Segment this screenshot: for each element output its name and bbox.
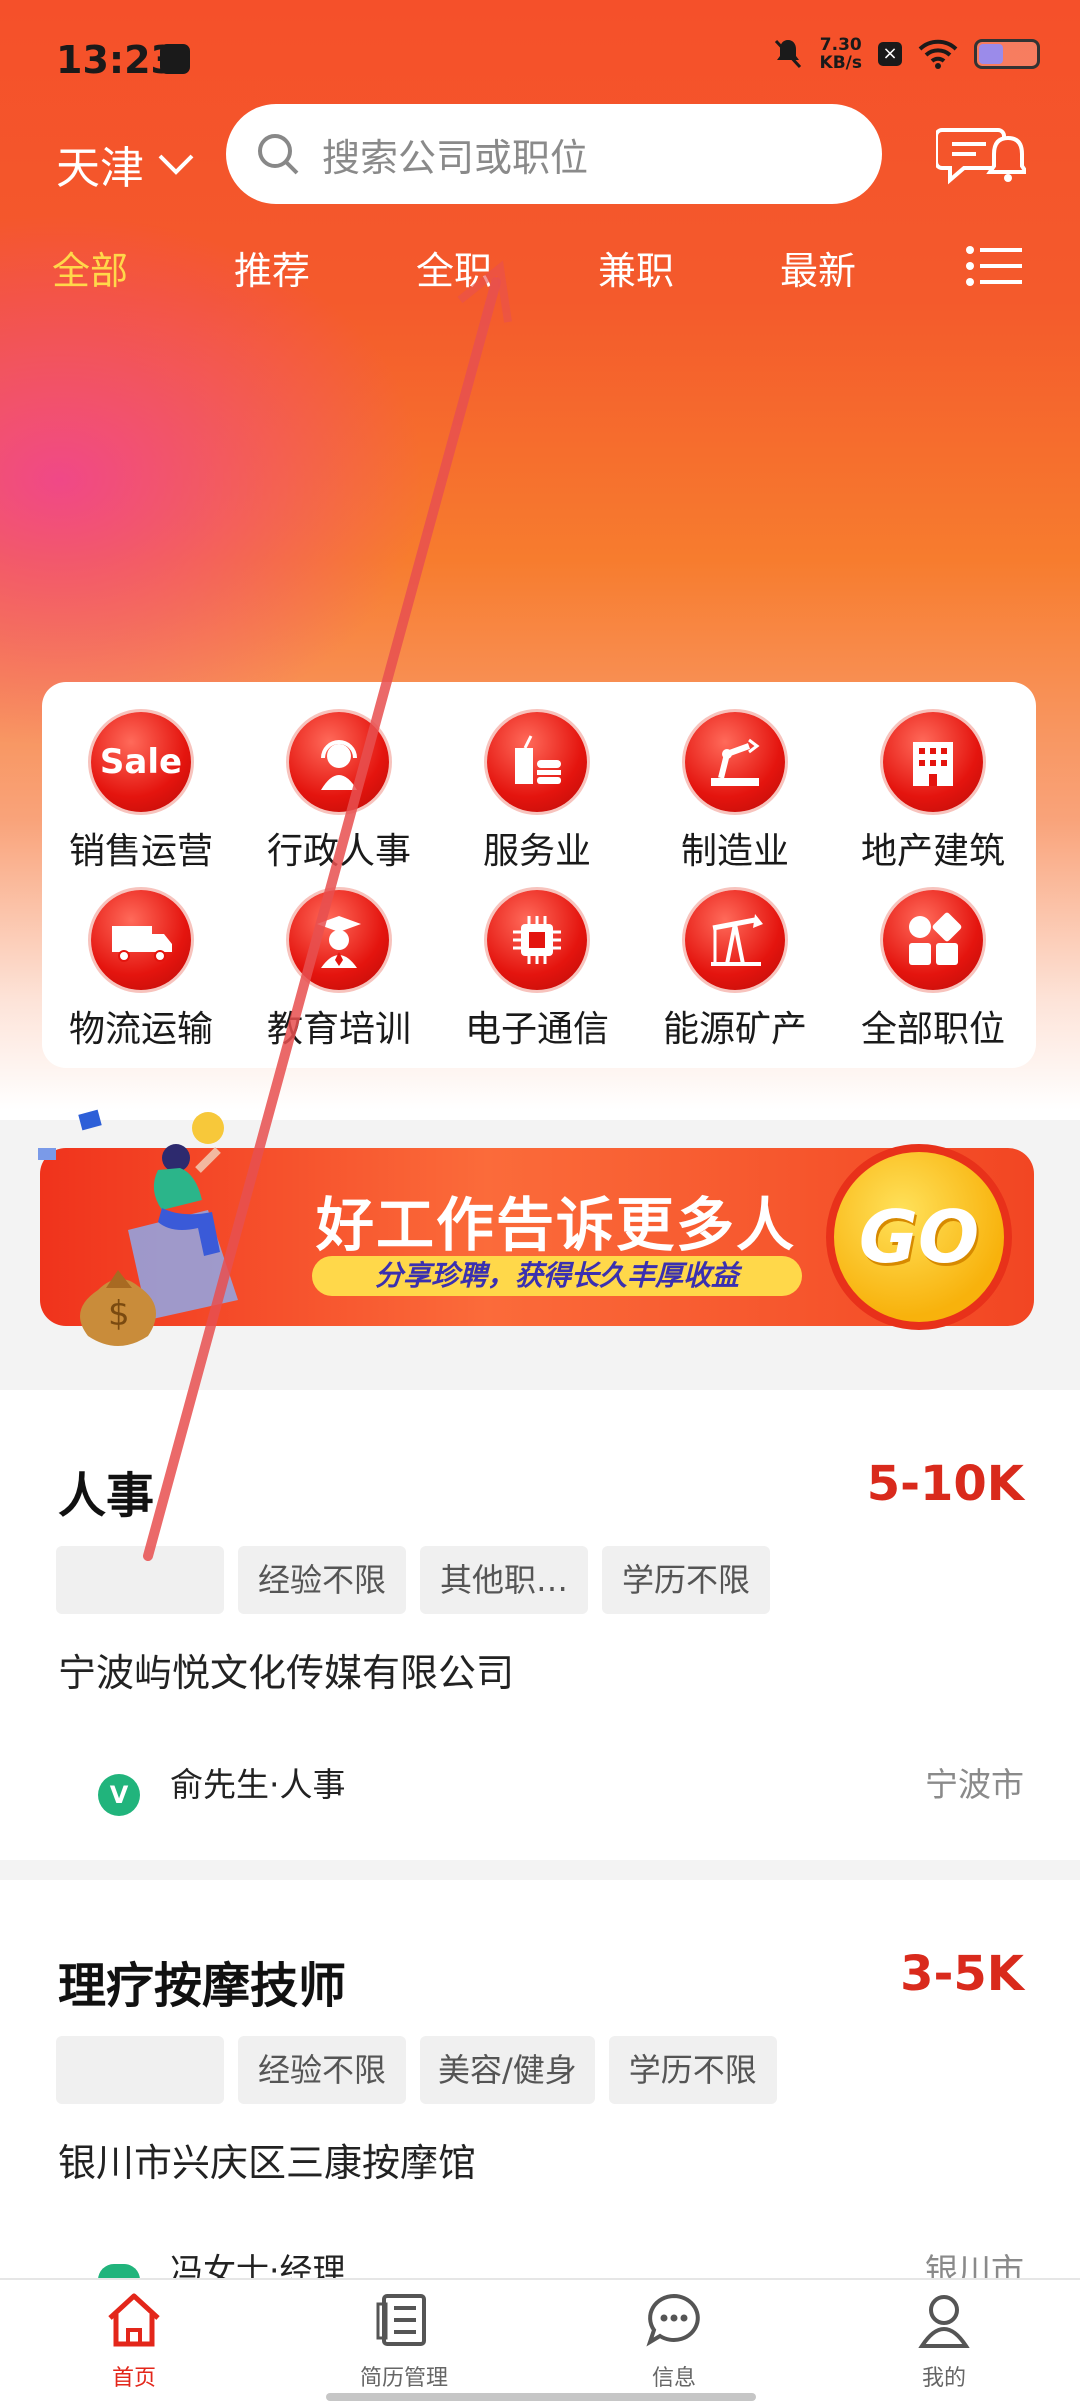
tab-newest[interactable]: 最新 xyxy=(780,240,856,295)
tab-full-time[interactable]: 全职 xyxy=(416,240,492,295)
company-name: 银川市兴庆区三康按摩馆 xyxy=(58,2141,477,2185)
recruiter-name: 冯女士·经理 xyxy=(170,2251,346,2278)
nav-resume[interactable]: 简历管理 xyxy=(314,2290,494,2392)
sale-icon: Sale xyxy=(91,712,191,812)
job-tag xyxy=(56,2036,224,2104)
building-icon xyxy=(883,712,983,812)
city-label: 天津 xyxy=(56,143,144,194)
category-energy[interactable]: 能源矿产 xyxy=(636,890,834,1052)
robot-arm-icon xyxy=(685,712,785,812)
network-speed: 7.30 KB/s xyxy=(819,35,862,73)
job-tag: 其他职… xyxy=(420,1546,588,1614)
wifi-icon xyxy=(918,39,958,69)
job-title: 人事 xyxy=(58,1468,155,1524)
tab-recommended[interactable]: 推荐 xyxy=(234,240,310,295)
notification-icon xyxy=(160,44,190,74)
drink-burger-icon xyxy=(487,712,587,812)
bottom-navigation: 首页 简历管理 信息 我的 xyxy=(0,2278,1080,2408)
profile-icon xyxy=(918,2295,970,2348)
home-icon xyxy=(108,2293,160,2347)
job-tag: 经验不限 xyxy=(238,2036,406,2104)
headset-person-icon xyxy=(289,712,389,812)
top-bar: 天津 搜索公司或职位 xyxy=(0,104,1080,214)
job-tag: 美容/健身 xyxy=(420,2036,595,2104)
status-bar: 13:23 7.30 KB/s × xyxy=(0,0,1080,110)
category-service[interactable]: 服务业 xyxy=(438,712,636,874)
chevron-down-icon xyxy=(158,154,194,175)
company-name: 宁波屿悦文化传媒有限公司 xyxy=(58,1651,515,1695)
graduate-icon xyxy=(289,890,389,990)
grid-shapes-icon xyxy=(883,890,983,990)
category-sales[interactable]: Sale 销售运营 xyxy=(42,712,240,874)
category-electronics[interactable]: 电子通信 xyxy=(438,890,636,1052)
category-all-jobs[interactable]: 全部职位 xyxy=(834,890,1032,1052)
banner-subtitle: 分享珍聘，获得长久丰厚收益 xyxy=(312,1256,802,1296)
city-selector[interactable]: 天津 xyxy=(56,132,196,196)
job-tags: 经验不限 美容/健身 学历不限 xyxy=(56,2036,777,2104)
home-indicator xyxy=(326,2393,756,2401)
verified-badge-icon: V xyxy=(98,1774,140,1816)
job-tag: 经验不限 xyxy=(238,1546,406,1614)
oil-pump-icon xyxy=(685,890,785,990)
category-real-estate[interactable]: 地产建筑 xyxy=(834,712,1032,874)
category-manufacturing[interactable]: 制造业 xyxy=(636,712,834,874)
chip-icon xyxy=(487,890,587,990)
nav-messages[interactable]: 信息 xyxy=(584,2290,764,2392)
category-education[interactable]: 教育培训 xyxy=(240,890,438,1052)
job-card[interactable]: 人事 5-10K 经验不限 其他职… 学历不限 宁波屿悦文化传媒有限公司 V 俞… xyxy=(0,1390,1080,1860)
category-grid: Sale 销售运营 行政人事 服务业 制造业 地产建筑 物流运输 教育培训 电子… xyxy=(42,682,1036,1068)
status-time: 13:23 xyxy=(56,38,177,82)
menu-list-icon[interactable] xyxy=(966,246,1022,286)
resume-icon xyxy=(376,2294,426,2346)
battery-icon xyxy=(974,39,1040,69)
job-salary: 3-5K xyxy=(900,1946,1024,2002)
job-tags: 经验不限 其他职… 学历不限 xyxy=(56,1546,770,1614)
search-placeholder: 搜索公司或职位 xyxy=(322,135,589,180)
search-bar[interactable]: 搜索公司或职位 xyxy=(226,104,882,204)
mute-bell-icon xyxy=(774,39,801,69)
recruiter-name: 俞先生·人事 xyxy=(170,1765,346,1804)
nav-home[interactable]: 首页 xyxy=(44,2290,224,2392)
category-logistics[interactable]: 物流运输 xyxy=(42,890,240,1052)
banner-illustration: $ xyxy=(38,1109,238,1346)
job-card[interactable]: 理疗按摩技师 3-5K 经验不限 美容/健身 学历不限 银川市兴庆区三康按摩馆 … xyxy=(0,1880,1080,2280)
job-tag: 学历不限 xyxy=(608,2036,777,2104)
category-admin-hr[interactable]: 行政人事 xyxy=(240,712,438,874)
job-city: 宁波市 xyxy=(925,1765,1024,1804)
search-icon xyxy=(258,134,299,175)
job-city: 银川市 xyxy=(925,2251,1024,2278)
tab-all[interactable]: 全部 xyxy=(52,240,128,295)
nav-profile[interactable]: 我的 xyxy=(854,2290,1034,2392)
message-bell-icon[interactable] xyxy=(936,122,1026,192)
tab-part-time[interactable]: 兼职 xyxy=(598,240,674,295)
truck-icon xyxy=(91,890,191,990)
no-sim-icon: × xyxy=(878,42,902,66)
chat-bubble-icon xyxy=(646,2293,700,2347)
go-button[interactable]: GO xyxy=(826,1144,1012,1330)
job-salary: 5-10K xyxy=(866,1456,1024,1512)
job-tag: 学历不限 xyxy=(602,1546,770,1614)
svg-text:$: $ xyxy=(108,1294,130,1334)
job-title: 理疗按摩技师 xyxy=(58,1958,347,2014)
banner-title: 好工作告诉更多人 xyxy=(316,1191,797,1259)
job-tag xyxy=(56,1546,224,1614)
